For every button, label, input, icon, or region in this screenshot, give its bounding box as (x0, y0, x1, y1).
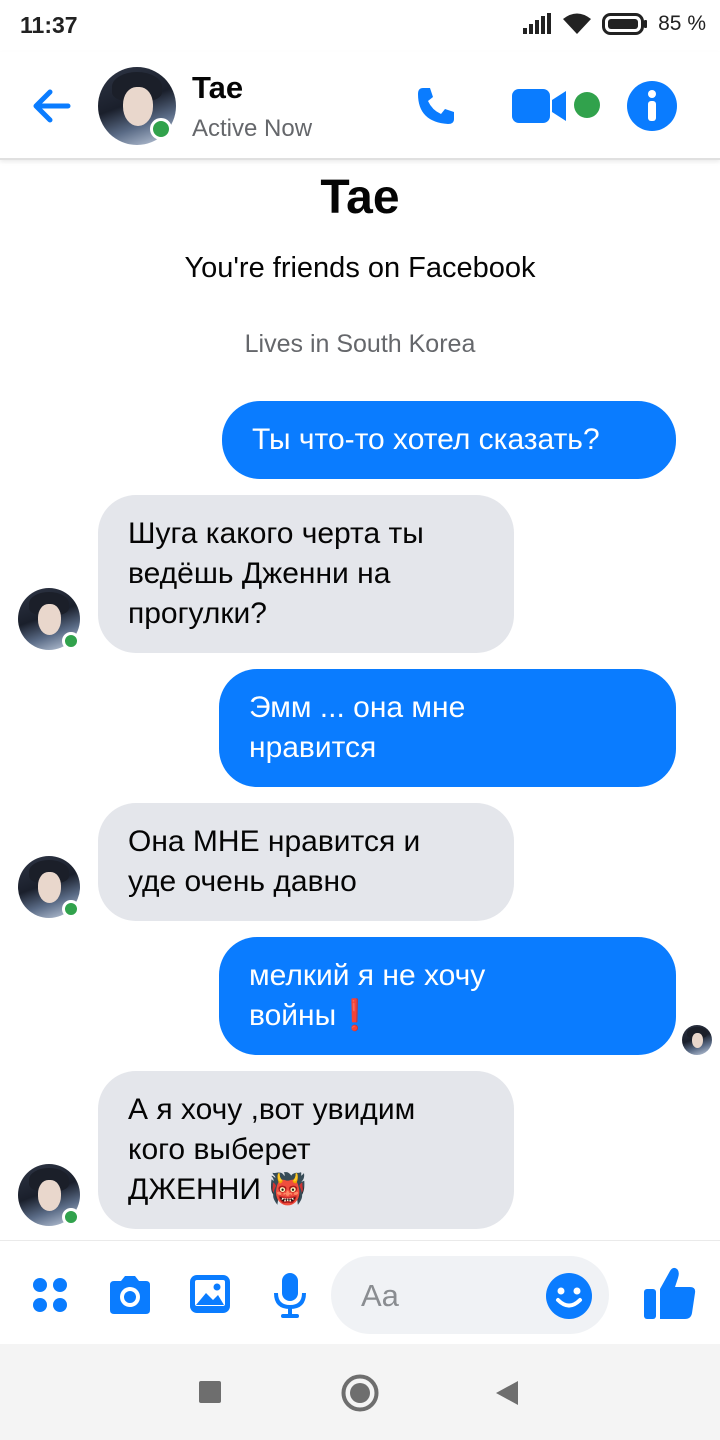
message-outgoing[interactable]: мелкий я не хочу войны❗ (219, 937, 676, 1055)
active-status: Active Now (192, 115, 313, 142)
message-text: Она МНЕ нравится и уде очень давно (128, 825, 421, 898)
message-text: А я хочу ,вот увидим кого выберет ДЖЕННИ… (128, 1093, 416, 1206)
camera-icon[interactable] (106, 1275, 154, 1315)
message-incoming[interactable]: Она МНЕ нравится и уде очень давно (98, 803, 514, 921)
online-indicator (62, 632, 80, 650)
signal-icon (523, 13, 552, 34)
message-outgoing[interactable]: Ты что-то хотел сказать? (222, 401, 676, 479)
thumbs-up-icon[interactable] (642, 1265, 698, 1321)
microphone-icon[interactable] (272, 1271, 308, 1319)
phone-icon[interactable] (414, 84, 458, 128)
online-indicator (62, 1208, 80, 1226)
video-camera-icon[interactable] (510, 86, 568, 126)
message-incoming[interactable]: А я хочу ,вот увидим кого выберет ДЖЕННИ… (98, 1071, 514, 1229)
contact-name[interactable]: Tae (192, 70, 243, 106)
info-icon[interactable] (626, 80, 678, 132)
friends-context: You're friends on Facebook (184, 252, 536, 284)
gallery-icon[interactable] (188, 1273, 232, 1315)
message-outgoing[interactable]: Эмм ... она мне нравится (219, 669, 676, 787)
conversation-header: Tae Active Now (0, 52, 720, 160)
exclamation-emoji: ❗ (336, 999, 374, 1032)
back-triangle-icon[interactable] (494, 1379, 520, 1407)
message-text: Шуга какого черта ты ведёшь Дженни на пр… (128, 517, 424, 630)
message-text: Эмм ... она мне нравится (249, 691, 466, 764)
status-time: 11:37 (20, 12, 78, 38)
battery-icon (602, 13, 648, 35)
message-composer: Aa (0, 1240, 720, 1344)
location-context: Lives in South Korea (244, 330, 476, 358)
online-indicator (62, 900, 80, 918)
message-input-placeholder: Aa (361, 1278, 399, 1313)
home-circle-icon[interactable] (341, 1374, 379, 1412)
profile-name: Tae (320, 171, 400, 224)
emoji-smile-icon[interactable] (545, 1272, 593, 1320)
system-navigation-bar (0, 1344, 720, 1440)
status-bar: 11:37 85 % (0, 0, 720, 52)
status-icons: 85 % (522, 12, 706, 36)
back-arrow-icon[interactable] (28, 82, 76, 130)
video-available-dot (574, 92, 600, 118)
menu-dots-icon[interactable] (30, 1275, 70, 1315)
message-incoming[interactable]: Шуга какого черта ты ведёшь Дженни на пр… (98, 495, 514, 653)
recents-square-icon[interactable] (198, 1380, 222, 1404)
online-indicator (150, 118, 172, 140)
ogre-emoji: 👹 (269, 1173, 307, 1206)
battery-percent: 85 % (658, 12, 706, 35)
message-text: мелкий я не хочу войны❗ (249, 959, 486, 1032)
message-input[interactable]: Aa (331, 1256, 609, 1334)
wifi-icon (563, 13, 592, 34)
seen-receipt-avatar (682, 1025, 712, 1055)
message-text: Ты что-то хотел сказать? (252, 423, 600, 456)
